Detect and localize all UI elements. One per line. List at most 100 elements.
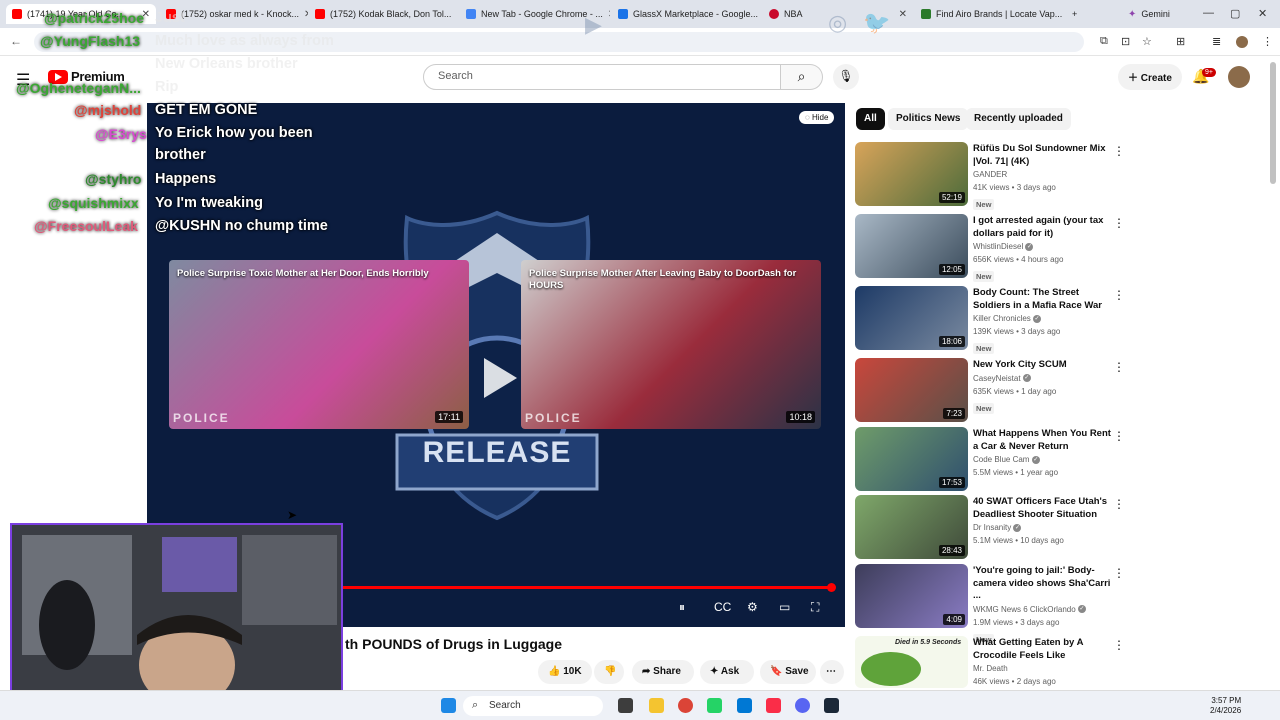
rec-title[interactable]: New York City SCUM	[973, 359, 1113, 372]
extensions-icon[interactable]: ⊞	[1176, 35, 1185, 48]
video-thumbnail[interactable]: 18:06	[855, 286, 968, 350]
rec-title[interactable]: What Getting Eaten by A Crocodile Feels …	[973, 637, 1113, 662]
windows-start-icon[interactable]	[441, 698, 456, 713]
chip-recently-uploaded[interactable]: Recently uploaded	[966, 108, 1071, 130]
youtube-favicon-icon	[12, 9, 22, 19]
browser-tab-8[interactable]: ✦ Gemini	[1122, 4, 1212, 24]
taskbar-search[interactable]: ⌕ Search	[463, 696, 603, 716]
browser-tab-3[interactable]: (1752) Kodak Black, Don Tol... ✕	[309, 4, 457, 24]
ask-label: Ask	[720, 666, 740, 677]
rec-channel-row[interactable]: CaseyNeistat ✓	[973, 372, 1113, 385]
rec-channel[interactable]: GANDER	[973, 168, 1113, 181]
more-options-icon[interactable]: ⋮	[1113, 429, 1125, 443]
back-arrow-icon[interactable]: ←	[10, 34, 22, 48]
hide-endscreen-button[interactable]: ◌ Hide	[799, 111, 835, 124]
whatsapp-icon[interactable]	[707, 698, 722, 713]
bookmark-star-icon[interactable]: ☆	[1142, 35, 1152, 48]
video-thumbnail[interactable]: Died in 5.9 Seconds	[855, 636, 968, 688]
maximize-icon[interactable]: ▢	[1230, 7, 1240, 20]
rec-channel-row[interactable]: Dr Insanity ✓	[973, 521, 1113, 534]
like-button[interactable]: 👍 10K	[538, 660, 592, 684]
rec-title[interactable]: Rüfüs Du Sol Sundowner Mix |Vol. 71| (4K…	[973, 143, 1113, 168]
settings-gear-icon[interactable]: ⚙	[747, 600, 758, 614]
progress-bar[interactable]	[342, 583, 837, 592]
menu-dots-icon[interactable]: ⋮	[1262, 35, 1273, 48]
search-input[interactable]: Search	[423, 64, 781, 90]
rec-channel-row[interactable]: Killer Chronicles ✓	[973, 312, 1113, 325]
voice-search-button[interactable]: 🎙	[833, 64, 859, 90]
steam-icon[interactable]	[824, 698, 839, 713]
search-button[interactable]: ⌕	[781, 64, 823, 90]
pause-icon[interactable]: ⏸	[679, 600, 685, 615]
recommended-video[interactable]: Died in 5.9 Seconds What Getting Eaten b…	[855, 636, 1135, 688]
close-tab-icon[interactable]: ✕	[899, 9, 907, 20]
more-actions-button[interactable]: ⋯	[820, 660, 844, 684]
endscreen-video-card[interactable]: Police Surprise Toxic Mother at Her Door…	[169, 260, 469, 429]
rec-title[interactable]: I got arrested again (your tax dollars p…	[973, 215, 1113, 240]
more-options-icon[interactable]: ⋮	[1113, 566, 1125, 580]
video-thumbnail[interactable]: 52:19	[855, 142, 968, 206]
taskbar-clock[interactable]: 3:57 PM 2/4/2026	[1210, 696, 1241, 716]
rec-title[interactable]: 'You're going to jail:' Body-camera vide…	[973, 565, 1113, 603]
save-button[interactable]: 🔖 Save	[760, 660, 816, 684]
fullscreen-icon[interactable]: ⛶	[811, 600, 819, 615]
install-icon[interactable]: ⊡	[1121, 35, 1130, 48]
recommended-video[interactable]: 4:09 'You're going to jail:' Body-camera…	[855, 564, 1135, 645]
rec-channel-row[interactable]: WKMG News 6 ClickOrlando ✓	[973, 603, 1113, 616]
rec-title[interactable]: Body Count: The Street Soldiers in a Maf…	[973, 287, 1113, 312]
recommended-video[interactable]: 52:19 Rüfüs Du Sol Sundowner Mix |Vol. 7…	[855, 142, 1135, 210]
video-thumbnail[interactable]: 28:43	[855, 495, 968, 559]
video-thumbnail[interactable]: 12:05	[855, 214, 968, 278]
create-button[interactable]: ＋ Create	[1118, 64, 1182, 90]
page-scrollbar[interactable]	[1270, 62, 1276, 184]
ask-button[interactable]: ✦ Ask	[700, 660, 754, 684]
recommended-video[interactable]: 28:43 40 SWAT Officers Face Utah's Deadl…	[855, 495, 1135, 559]
recommended-video[interactable]: 7:23 New York City SCUM CaseyNeistat ✓ 635…	[855, 358, 1135, 422]
music-icon[interactable]	[766, 698, 781, 713]
more-options-icon[interactable]: ⋮	[1113, 497, 1125, 511]
more-options-icon[interactable]: ⋮	[1113, 144, 1125, 158]
more-options-icon[interactable]: ⋮	[1113, 360, 1125, 374]
video-thumbnail[interactable]: 17:53	[855, 427, 968, 491]
replay-play-icon[interactable]	[472, 353, 522, 403]
file-explorer-icon[interactable]	[649, 698, 664, 713]
task-view-icon[interactable]	[618, 698, 633, 713]
progress-scrubber[interactable]	[827, 583, 837, 592]
dislike-button[interactable]: 👎	[594, 660, 624, 684]
chrome-icon[interactable]	[678, 698, 693, 713]
recommended-video[interactable]: 17:53 What Happens When You Rent a Car &…	[855, 427, 1135, 491]
account-avatar[interactable]	[1228, 66, 1250, 88]
rec-title[interactable]: 40 SWAT Officers Face Utah's Deadliest S…	[973, 496, 1113, 521]
chip-politics-news[interactable]: Politics News	[888, 108, 969, 130]
chip-all[interactable]: All	[856, 108, 885, 130]
close-tab-icon[interactable]: ✕	[608, 9, 610, 20]
minimize-icon[interactable]: —	[1203, 7, 1214, 19]
browser-tab-5[interactable]: GlassX Marketplace - Google... ✕	[612, 4, 762, 24]
video-thumbnail[interactable]: 7:23	[855, 358, 968, 422]
rec-channel-row[interactable]: WhistlinDiesel ✓	[973, 240, 1113, 253]
close-tab-icon[interactable]: ✕	[456, 9, 457, 20]
captions-icon[interactable]: CC	[714, 600, 731, 614]
browser-tab-7[interactable]: Find Airo Brands | Locate Vap... ✕	[915, 4, 1065, 24]
recommended-video[interactable]: 18:06 Body Count: The Street Soldiers in…	[855, 286, 1135, 354]
rec-channel-row[interactable]: Code Blue Cam ✓	[973, 453, 1113, 466]
more-options-icon[interactable]: ⋮	[1113, 288, 1125, 302]
rec-channel[interactable]: Mr. Death	[973, 662, 1113, 675]
profile-avatar-icon[interactable]	[1236, 36, 1248, 48]
close-tab-icon[interactable]: ✕	[304, 9, 308, 20]
more-options-icon[interactable]: ⋮	[1113, 216, 1125, 230]
more-options-icon[interactable]: ⋮	[1113, 638, 1125, 652]
translate-icon[interactable]: ⧉	[1100, 35, 1108, 48]
close-window-icon[interactable]: ✕	[1258, 7, 1267, 20]
clock-date: 2/4/2026	[1210, 706, 1242, 715]
rec-title[interactable]: What Happens When You Rent a Car & Never…	[973, 428, 1113, 453]
new-tab-button[interactable]: +	[1066, 4, 1084, 24]
discord-icon[interactable]	[795, 698, 810, 713]
theater-mode-icon[interactable]: ▭	[779, 600, 790, 614]
video-thumbnail[interactable]: 4:09	[855, 564, 968, 628]
recommended-video[interactable]: 12:05 I got arrested again (your tax dol…	[855, 214, 1135, 282]
mail-icon[interactable]	[737, 698, 752, 713]
share-button[interactable]: ➦ Share	[632, 660, 694, 684]
endscreen-video-card[interactable]: Police Surprise Mother After Leaving Bab…	[521, 260, 821, 429]
reading-list-icon[interactable]: ≣	[1212, 35, 1221, 48]
